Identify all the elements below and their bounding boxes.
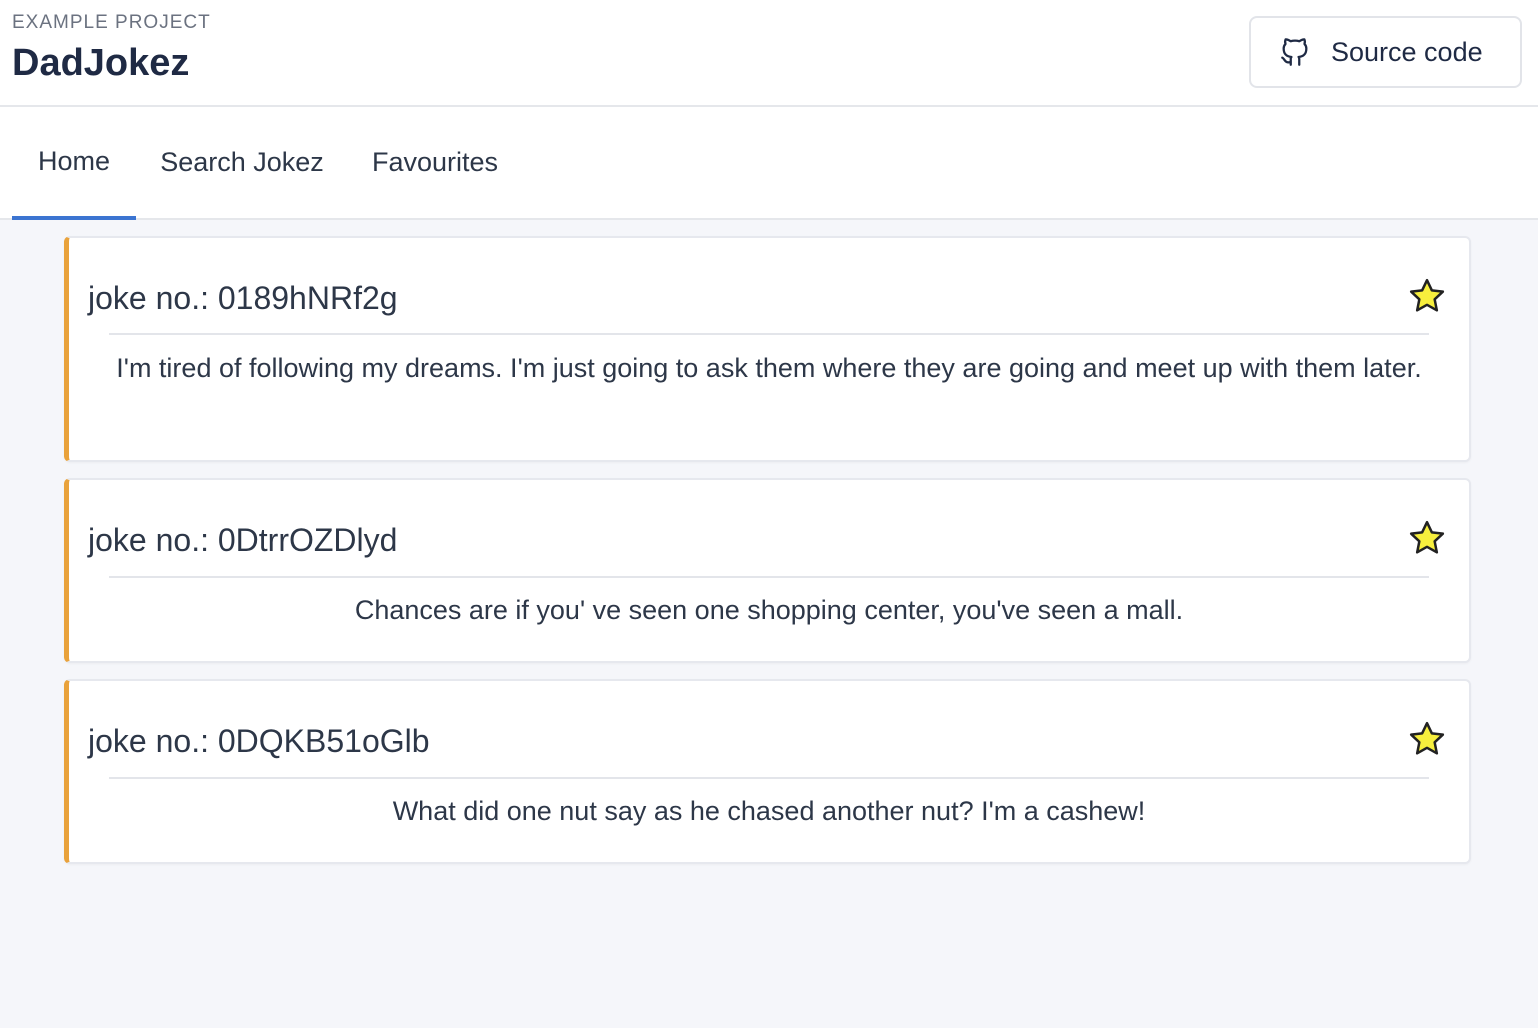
- tab-bar: Home Search Jokez Favourites: [0, 107, 1538, 220]
- app-title: DadJokez: [12, 42, 190, 84]
- project-eyebrow: EXAMPLE PROJECT: [12, 12, 211, 33]
- joke-text: I'm tired of following my dreams. I'm ju…: [116, 353, 1422, 383]
- joke-text: What did one nut say as he chased anothe…: [392, 796, 1146, 826]
- tab-search-jokez[interactable]: Search Jokez: [148, 107, 336, 218]
- star-icon[interactable]: [1407, 276, 1447, 316]
- star-icon[interactable]: [1407, 518, 1447, 558]
- joke-card: joke no.: 0DtrrOZDlyd Chances are if you…: [64, 478, 1471, 663]
- source-code-label: Source code: [1331, 36, 1483, 67]
- github-icon: [1277, 34, 1313, 70]
- star-icon[interactable]: [1407, 719, 1447, 759]
- joke-title: joke no.: 0DQKB51oGlb: [88, 723, 430, 759]
- tab-home[interactable]: Home: [12, 107, 136, 220]
- joke-card: joke no.: 0DQKB51oGlb What did one nut s…: [64, 679, 1471, 864]
- tab-favourites[interactable]: Favourites: [360, 107, 510, 218]
- joke-card: joke no.: 0189hNRf2g I'm tired of follow…: [64, 236, 1471, 462]
- joke-title: joke no.: 0DtrrOZDlyd: [88, 522, 398, 558]
- app-header: EXAMPLE PROJECT DadJokez Source code: [0, 0, 1538, 107]
- joke-text: Chances are if you' ve seen one shopping…: [354, 595, 1184, 625]
- joke-title: joke no.: 0189hNRf2g: [88, 280, 398, 316]
- source-code-button[interactable]: Source code: [1249, 16, 1522, 88]
